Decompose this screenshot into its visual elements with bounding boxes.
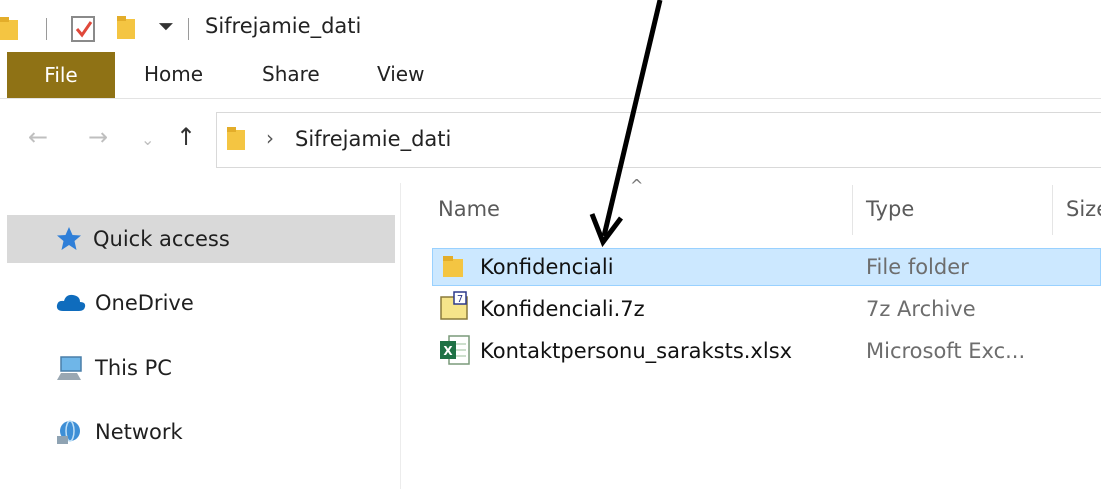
folder-icon [443,256,463,277]
toolbar-separator [46,18,47,40]
sidebar-item-label: Network [95,420,183,444]
folder-icon [227,127,245,150]
properties-check-icon[interactable] [70,14,98,44]
sidebar-item-network[interactable]: Network [7,408,395,456]
excel-file-icon: X [440,335,470,365]
file-name: Kontaktpersonu_saraksts.xlsx [480,339,793,363]
tab-file[interactable]: File [7,52,115,98]
computer-icon [57,356,82,380]
tab-view[interactable]: View [377,62,424,86]
back-arrow-icon[interactable]: ← [28,123,48,151]
cloud-icon [56,294,86,311]
file-name: Konfidenciali [480,255,614,279]
column-divider[interactable] [852,185,853,235]
up-arrow-icon[interactable]: ↑ [176,123,196,151]
ribbon-divider [0,98,1101,99]
tab-home[interactable]: Home [144,62,203,86]
window-title: Sifrejamie_dati [205,14,362,38]
breadcrumb-chevron-icon[interactable]: › [266,126,274,150]
tab-share[interactable]: Share [262,62,320,86]
folder-icon [0,17,18,40]
sidebar-item-label: This PC [95,356,172,380]
column-header-name[interactable]: Name [438,197,500,221]
toolbar-separator [188,18,189,40]
file-type: 7z Archive [866,297,976,321]
recent-locations-chevron-icon[interactable]: ⌄ [141,130,154,149]
column-header-type[interactable]: Type [866,197,914,221]
sidebar-item-onedrive[interactable]: OneDrive [7,279,395,327]
network-icon [57,420,80,444]
sidebar-item-label: Quick access [93,227,230,251]
sidebar-item-quick-access[interactable]: Quick access [7,215,395,263]
forward-arrow-icon[interactable]: → [88,123,108,151]
pane-divider[interactable] [400,183,401,489]
column-header-size[interactable]: Size [1066,197,1101,221]
sort-ascending-indicator-icon: ^ [630,176,644,195]
column-divider[interactable] [1052,185,1053,235]
file-name: Konfidenciali.7z [480,297,645,321]
svg-text:7: 7 [457,294,463,305]
7z-archive-icon: 7 [440,291,468,320]
sidebar-item-this-pc[interactable]: This PC [7,344,395,392]
star-icon [57,227,81,250]
breadcrumb-current[interactable]: Sifrejamie_dati [295,127,451,151]
new-folder-icon[interactable] [116,14,138,42]
svg-text:X: X [443,344,453,358]
customize-toolbar-dropdown-icon[interactable]: ⏷ [158,14,174,38]
file-type: Microsoft Exc... [866,339,1026,363]
sidebar-item-label: OneDrive [95,291,194,315]
file-type: File folder [866,255,969,279]
